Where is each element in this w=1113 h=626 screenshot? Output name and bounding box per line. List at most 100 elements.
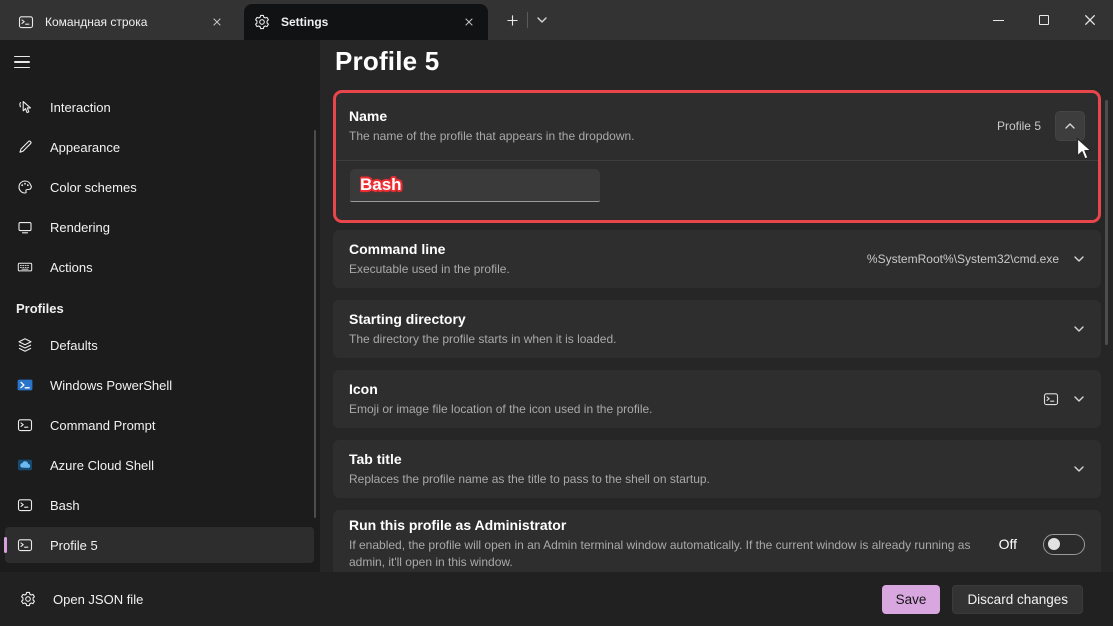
sidebar-scrollbar[interactable] — [314, 130, 317, 518]
profiles-section-header: Profiles — [16, 301, 320, 316]
monitor-icon — [17, 219, 33, 235]
title-bar: Командная строка Settings — [0, 0, 1113, 40]
layers-icon — [17, 337, 33, 353]
sidebar-item-azure-cloud-shell[interactable]: Azure Cloud Shell — [5, 447, 314, 483]
tab-title-card[interactable]: Tab title Replaces the profile name as t… — [333, 440, 1101, 498]
name-card: Name The name of the profile that appear… — [333, 90, 1101, 223]
sidebar-item-profile-5[interactable]: Profile 5 — [5, 527, 314, 563]
admin-card-text: Run this profile as Administrator If ena… — [349, 517, 981, 571]
chevron-down-icon[interactable] — [1073, 323, 1085, 335]
run-as-administrator-card: Run this profile as Administrator If ena… — [333, 510, 1101, 578]
sidebar-item-interaction[interactable]: Interaction — [5, 89, 314, 125]
chevron-down-icon — [536, 14, 548, 26]
discard-changes-button[interactable]: Discard changes — [952, 585, 1083, 614]
cmd-window-icon — [17, 497, 33, 513]
tab-label: Командная строка — [45, 15, 206, 29]
tab-settings[interactable]: Settings — [244, 4, 488, 40]
profile-icon-preview — [1043, 391, 1059, 407]
toggle-knob — [1048, 538, 1060, 550]
close-icon — [212, 17, 222, 27]
starting-directory-card[interactable]: Starting directory The directory the pro… — [333, 300, 1101, 358]
maximize-button[interactable] — [1021, 0, 1067, 40]
powershell-icon — [17, 377, 33, 393]
sidebar-item-bash[interactable]: Bash — [5, 487, 314, 523]
setting-title: Tab title — [349, 451, 710, 467]
footer-bar: Open JSON file Save Discard changes — [0, 572, 1113, 626]
plus-icon — [506, 14, 519, 27]
name-preview-value: Profile 5 — [997, 119, 1041, 133]
tab-dropdown-button[interactable] — [530, 8, 554, 32]
close-icon — [1083, 13, 1097, 27]
collapse-expander-button[interactable] — [1055, 111, 1085, 141]
sidebar-item-label: Profile 5 — [50, 538, 98, 553]
tab-label: Settings — [281, 15, 458, 29]
tab-title-text: Tab title Replaces the profile name as t… — [349, 451, 710, 488]
sidebar-item-label: Interaction — [50, 100, 111, 115]
settings-content: Profile 5 Name The name of the profile t… — [320, 40, 1113, 572]
sidebar-item-windows-powershell[interactable]: Windows PowerShell — [5, 367, 314, 403]
name-card-header[interactable]: Name The name of the profile that appear… — [336, 93, 1098, 159]
sidebar-item-color-schemes[interactable]: Color schemes — [5, 169, 314, 205]
setting-title: Name — [349, 108, 635, 124]
gear-icon — [20, 591, 36, 607]
window-controls — [975, 0, 1113, 40]
toggle-state-label: Off — [999, 536, 1017, 552]
sidebar-item-label: Windows PowerShell — [50, 378, 172, 393]
profile-name-input[interactable] — [350, 169, 600, 202]
icon-card[interactable]: Icon Emoji or image file location of the… — [333, 370, 1101, 428]
setting-title: Starting directory — [349, 311, 616, 327]
pointer-icon — [17, 99, 33, 115]
content-scrollbar[interactable] — [1105, 100, 1108, 345]
setting-description: Emoji or image file location of the icon… — [349, 401, 653, 418]
chevron-down-icon[interactable] — [1073, 393, 1085, 405]
sidebar-item-actions[interactable]: Actions — [5, 249, 314, 285]
open-json-label: Open JSON file — [53, 592, 143, 607]
cmd-window-icon — [17, 537, 33, 553]
name-card-text: Name The name of the profile that appear… — [349, 108, 635, 145]
close-icon — [464, 17, 474, 27]
pen-icon — [17, 139, 33, 155]
minimize-icon — [993, 20, 1004, 21]
sidebar-item-label: Bash — [50, 498, 80, 513]
setting-title: Command line — [349, 241, 510, 257]
maximize-icon — [1039, 15, 1049, 25]
setting-description: If enabled, the profile will open in an … — [349, 537, 981, 571]
keyboard-icon — [17, 259, 33, 275]
tab-command-prompt[interactable]: Командная строка — [8, 4, 236, 40]
hamburger-menu-button[interactable] — [14, 53, 34, 71]
command-line-text: Command line Executable used in the prof… — [349, 241, 510, 278]
chevron-down-icon[interactable] — [1073, 463, 1085, 475]
open-json-file-button[interactable]: Open JSON file — [16, 581, 147, 617]
sidebar-item-label: Actions — [50, 260, 93, 275]
sidebar-item-rendering[interactable]: Rendering — [5, 209, 314, 245]
tabbar-separator — [527, 12, 528, 28]
settings-sidebar: Interaction Appearance Color schemes Ren… — [0, 40, 320, 572]
admin-toggle-switch[interactable] — [1043, 534, 1085, 555]
card-divider — [336, 160, 1098, 161]
starting-directory-text: Starting directory The directory the pro… — [349, 311, 616, 348]
setting-description: The name of the profile that appears in … — [349, 128, 635, 145]
setting-description: The directory the profile starts in when… — [349, 331, 616, 348]
chevron-up-icon — [1064, 120, 1076, 132]
command-line-card[interactable]: Command line Executable used in the prof… — [333, 230, 1101, 288]
tab-close-button[interactable] — [206, 11, 228, 33]
sidebar-nav: Interaction Appearance Color schemes Ren… — [0, 89, 320, 563]
sidebar-item-label: Defaults — [50, 338, 98, 353]
tab-close-button[interactable] — [458, 11, 480, 33]
sidebar-item-appearance[interactable]: Appearance — [5, 129, 314, 165]
save-button[interactable]: Save — [882, 585, 941, 614]
setting-description: Replaces the profile name as the title t… — [349, 471, 710, 488]
minimize-button[interactable] — [975, 0, 1021, 40]
sidebar-item-label: Rendering — [50, 220, 110, 235]
sidebar-item-defaults[interactable]: Defaults — [5, 327, 314, 363]
azure-cloud-icon — [17, 457, 33, 473]
cmd-window-icon — [18, 14, 34, 30]
new-tab-button[interactable] — [498, 8, 526, 32]
setting-title: Icon — [349, 381, 653, 397]
close-button[interactable] — [1067, 0, 1113, 40]
command-line-value: %SystemRoot%\System32\cmd.exe — [867, 252, 1059, 266]
setting-title: Run this profile as Administrator — [349, 517, 981, 533]
chevron-down-icon[interactable] — [1073, 253, 1085, 265]
sidebar-item-label: Color schemes — [50, 180, 137, 195]
sidebar-item-command-prompt[interactable]: Command Prompt — [5, 407, 314, 443]
